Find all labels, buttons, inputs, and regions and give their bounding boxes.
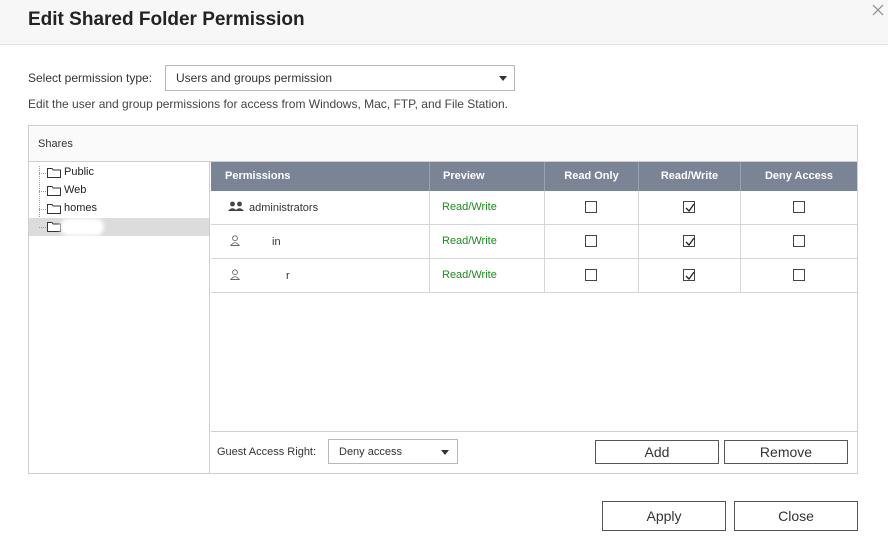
tree-item-public[interactable]: Public — [29, 164, 209, 182]
cell-divider — [740, 191, 741, 224]
folder-icon — [47, 168, 61, 178]
folder-icon — [47, 204, 61, 214]
tree-branch — [39, 227, 46, 228]
permission-type-select[interactable]: Users and groups permission — [165, 65, 515, 91]
row-name: r — [286, 270, 290, 282]
close-icon[interactable] — [870, 2, 886, 18]
guest-access-select[interactable]: Deny access — [328, 439, 458, 464]
guest-access-label: Guest Access Right: — [217, 446, 317, 458]
column-deny-access[interactable]: Deny Access — [740, 162, 857, 191]
folder-icon — [47, 222, 61, 232]
close-button[interactable]: Close — [734, 501, 858, 531]
permissions-panel: Shares Public Web homes Permissions Prev… — [28, 125, 858, 474]
redacted-share-name — [63, 221, 101, 233]
checkmark-icon — [685, 203, 695, 213]
column-read-write[interactable]: Read/Write — [638, 162, 740, 191]
column-preview[interactable]: Preview — [429, 162, 544, 191]
tree-branch — [39, 191, 46, 192]
checkmark-icon — [685, 237, 695, 247]
table-row[interactable]: administrators Read/Write — [211, 191, 857, 225]
read-only-checkbox[interactable] — [585, 201, 597, 213]
shares-header-label: Shares — [38, 138, 73, 150]
tree-item-selected-share[interactable] — [29, 218, 209, 236]
cell-divider — [429, 225, 430, 258]
table-header: Permissions Preview Read Only Read/Write… — [211, 162, 857, 191]
row-preview: Read/Write — [442, 201, 497, 213]
table-row[interactable]: r Read/Write — [211, 259, 857, 293]
cell-divider — [429, 259, 430, 292]
cell-divider — [544, 259, 545, 292]
user-icon — [230, 269, 240, 280]
permission-type-value: Users and groups permission — [176, 71, 333, 85]
dialog-header: Edit Shared Folder Permission — [0, 0, 888, 45]
permission-type-label: Select permission type: — [28, 71, 153, 85]
shares-header: Shares — [29, 126, 857, 162]
row-preview: Read/Write — [442, 235, 497, 247]
row-name: administrators — [249, 202, 319, 214]
cell-divider — [544, 191, 545, 224]
chevron-down-icon — [441, 450, 449, 455]
cell-divider — [740, 225, 741, 258]
read-write-checkbox[interactable] — [683, 201, 695, 213]
cell-divider — [638, 225, 639, 258]
tree-branch — [39, 173, 46, 174]
column-read-only[interactable]: Read Only — [544, 162, 638, 191]
row-name: in — [272, 236, 281, 248]
add-button[interactable]: Add — [595, 440, 719, 464]
row-preview: Read/Write — [442, 269, 497, 281]
read-write-checkbox[interactable] — [683, 235, 695, 247]
tree-item-web[interactable]: Web — [29, 182, 209, 200]
group-icon — [228, 201, 244, 211]
tree-item-label: homes — [64, 202, 98, 214]
remove-button[interactable]: Remove — [724, 440, 848, 464]
deny-access-checkbox[interactable] — [793, 269, 805, 281]
table-footer: Guest Access Right: Deny access Add Remo… — [211, 431, 857, 471]
user-icon — [230, 235, 240, 246]
permission-description: Edit the user and group permissions for … — [28, 97, 508, 111]
cell-divider — [638, 191, 639, 224]
deny-access-checkbox[interactable] — [793, 201, 805, 213]
cell-divider — [638, 259, 639, 292]
dialog-title: Edit Shared Folder Permission — [28, 9, 305, 30]
column-permissions[interactable]: Permissions — [225, 162, 425, 191]
tree-item-label: Public — [64, 166, 94, 178]
read-only-checkbox[interactable] — [585, 235, 597, 247]
deny-access-checkbox[interactable] — [793, 235, 805, 247]
tree-item-homes[interactable]: homes — [29, 200, 209, 218]
cell-divider — [429, 191, 430, 224]
folder-icon — [47, 186, 61, 196]
tree-item-label: Web — [64, 184, 87, 196]
read-only-checkbox[interactable] — [585, 269, 597, 281]
shares-tree: Public Web homes — [29, 162, 210, 473]
chevron-down-icon — [499, 76, 507, 81]
read-write-checkbox[interactable] — [683, 269, 695, 281]
tree-branch — [39, 209, 46, 210]
permissions-table: Permissions Preview Read Only Read/Write… — [211, 162, 857, 473]
apply-button[interactable]: Apply — [602, 501, 726, 531]
cell-divider — [544, 225, 545, 258]
cell-divider — [740, 259, 741, 292]
table-row[interactable]: in Read/Write — [211, 225, 857, 259]
checkmark-icon — [685, 271, 695, 281]
guest-access-value: Deny access — [339, 445, 402, 458]
